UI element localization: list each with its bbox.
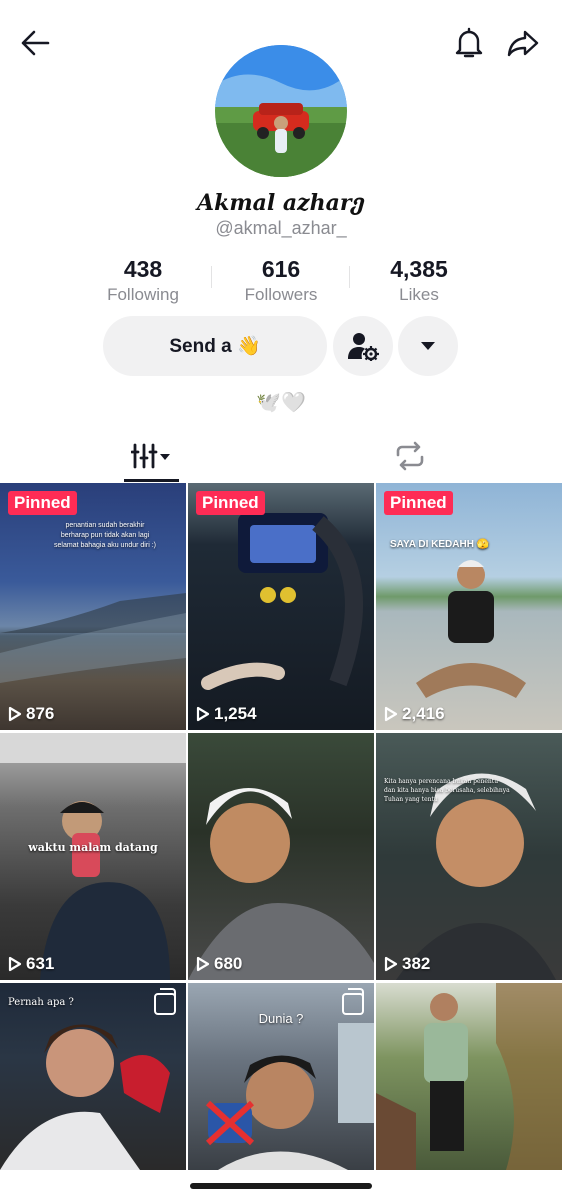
username: @akmal_azhar_ [215, 218, 347, 238]
tab-reposts[interactable] [384, 434, 436, 478]
share-button[interactable] [502, 22, 544, 64]
video-thumbnail[interactable]: Pinned 1,254 [188, 483, 374, 730]
elevator-selfie-scene [0, 733, 186, 980]
grid-bars-icon [131, 443, 170, 469]
stat-likes[interactable]: 4,385 Likes [349, 256, 489, 305]
followers-label: Followers [244, 285, 318, 304]
video-thumbnail[interactable]: Pinned SAYA DI KEDAHH 🫣 2,416 [376, 483, 562, 730]
play-icon [384, 706, 398, 722]
pinned-badge: Pinned [196, 491, 265, 515]
video-caption: Pernah apa ? [8, 997, 74, 1008]
play-icon [8, 706, 22, 722]
back-button[interactable] [14, 24, 56, 62]
view-count-value: 2,416 [402, 704, 445, 723]
view-count-value: 382 [402, 954, 431, 973]
share-icon [507, 30, 539, 57]
photo-stack-icon [342, 988, 364, 1015]
send-wave-button[interactable]: Send a 👋 [103, 316, 327, 376]
video-thumbnail[interactable]: 680 [188, 733, 374, 980]
play-icon [196, 706, 210, 722]
person-gear-icon [348, 333, 379, 361]
profile-avatar[interactable] [215, 45, 347, 177]
car-portrait-scene [396, 773, 556, 980]
more-options-dropdown-button[interactable] [398, 316, 458, 376]
video-thumbnail[interactable]: Pinned penantian sudah berakhir berharap… [0, 483, 186, 730]
followers-count: 616 [261, 256, 301, 282]
stat-followers[interactable]: 616 Followers [211, 256, 351, 305]
view-count-value: 1,254 [214, 704, 257, 723]
notification-bell-button[interactable] [448, 22, 490, 64]
active-tab-indicator [124, 479, 179, 482]
play-icon [8, 956, 22, 972]
likes-label: Likes [399, 285, 439, 304]
pinned-badge: Pinned [384, 491, 453, 515]
likes-count: 4,385 [390, 256, 448, 282]
view-count: 2,416 [384, 704, 445, 724]
profile-tabs [0, 428, 562, 482]
home-indicator [190, 1183, 372, 1189]
following-label: Following [107, 285, 179, 304]
photo-stack-icon [154, 988, 176, 1015]
view-count: 1,254 [196, 704, 257, 724]
view-count: 382 [384, 954, 430, 974]
add-friend-button[interactable] [333, 316, 393, 376]
caret-down-icon [421, 342, 435, 350]
profile-bio: 🕊️🤍 [256, 392, 306, 414]
repost-icon [396, 441, 424, 471]
video-caption: SAYA DI KEDAHH 🫣 [390, 539, 490, 550]
display-name-flourish: ე [351, 190, 365, 216]
pinned-badge: Pinned [8, 491, 77, 515]
avatar-photo [215, 45, 347, 177]
display-name: Akmal azharე [0, 190, 562, 216]
view-count-value: 680 [214, 954, 243, 973]
lakeside-person-scene [416, 560, 526, 698]
video-caption: penantian sudah berakhir berharap pun ti… [54, 522, 156, 549]
video-caption: waktu malam datang [28, 841, 158, 854]
view-count-value: 631 [26, 954, 55, 973]
view-count: 680 [196, 954, 242, 974]
outdoor-stairs-scene [376, 983, 562, 1170]
car-dashboard-scene [201, 513, 363, 690]
play-icon [196, 956, 210, 972]
photo-thumbnail[interactable]: Pernah apa ? [0, 983, 186, 1170]
view-count-value: 876 [26, 704, 55, 723]
photo-thumbnail[interactable]: Dunia ? [188, 983, 374, 1170]
bell-icon [455, 27, 483, 58]
video-thumbnail[interactable] [376, 983, 562, 1170]
video-thumbnail[interactable]: Kita hanya perencana bukan penentu dan k… [376, 733, 562, 980]
view-count: 631 [8, 954, 54, 974]
view-count: 876 [8, 704, 54, 724]
back-arrow-icon [21, 30, 50, 56]
play-icon [384, 956, 398, 972]
video-caption: Kita hanya perencana bukan penentu dan k… [384, 778, 510, 803]
tab-videos[interactable] [124, 434, 180, 478]
following-count: 438 [123, 256, 163, 282]
video-thumbnail[interactable]: waktu malam datang 631 [0, 733, 186, 980]
display-name-text: Akmal azhar [197, 190, 352, 216]
stat-following[interactable]: 438 Following [73, 256, 213, 305]
car-selfie-scene [188, 788, 374, 980]
